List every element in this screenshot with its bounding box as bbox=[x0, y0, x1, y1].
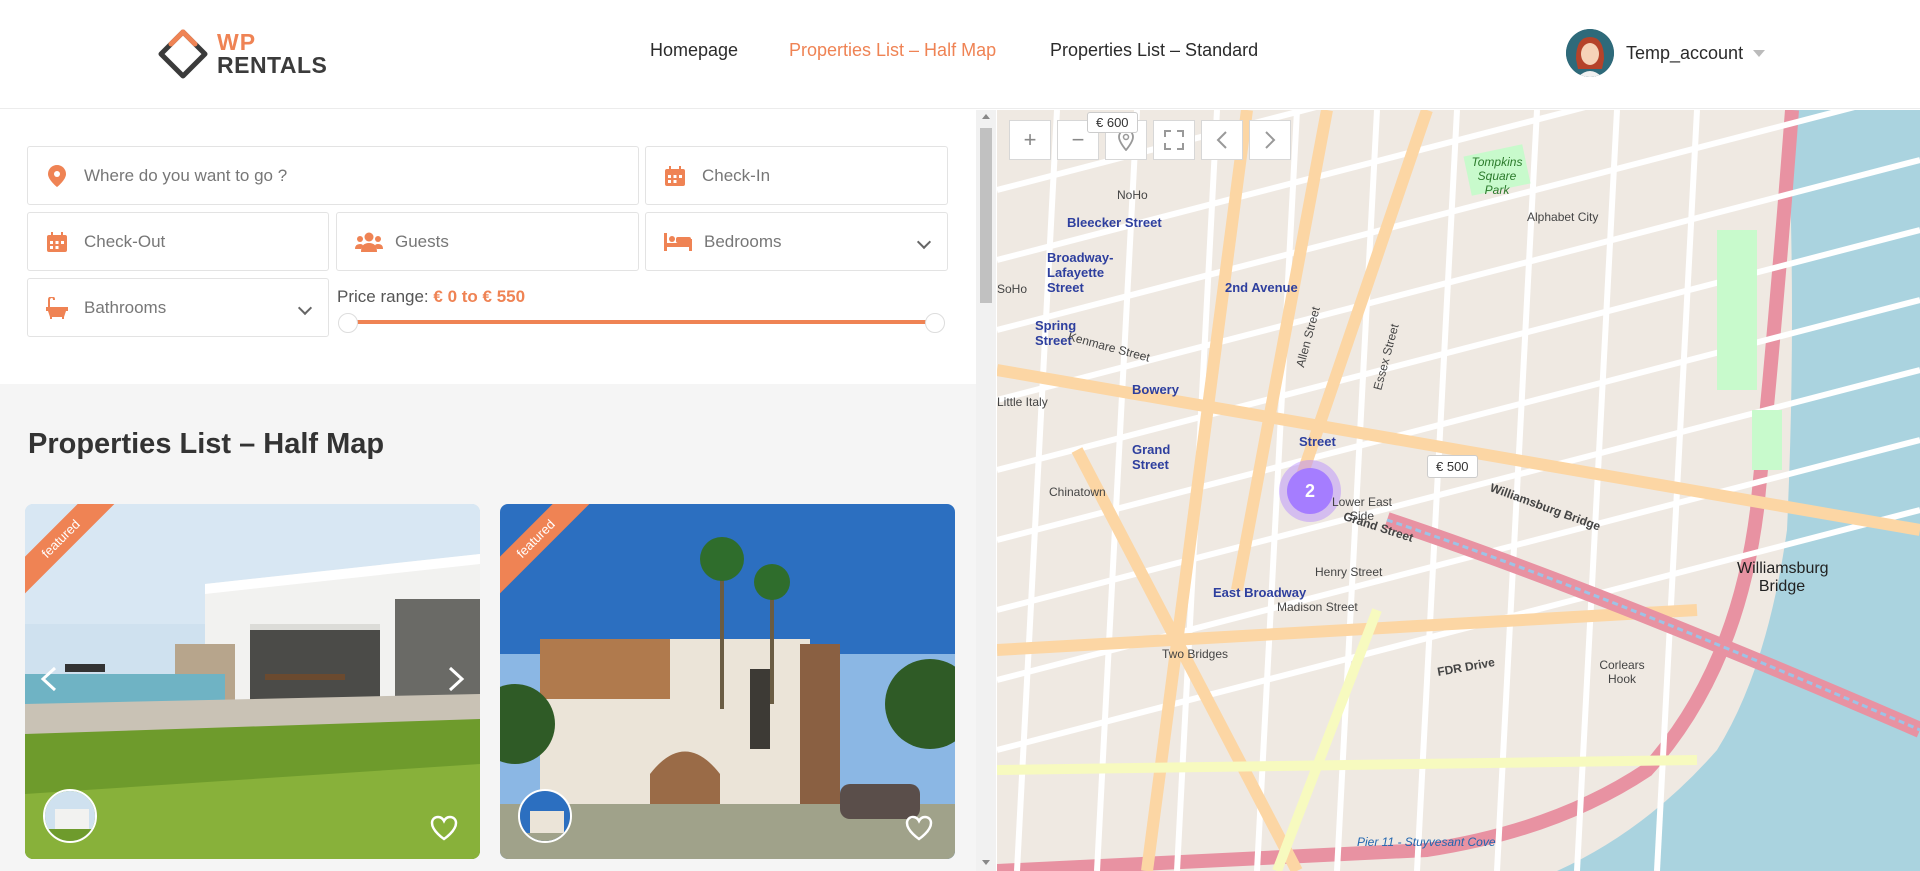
scrollbar-thumb[interactable] bbox=[980, 128, 992, 303]
map-label: NoHo bbox=[1117, 188, 1148, 202]
fullscreen-button[interactable] bbox=[1153, 120, 1195, 160]
listing-panel: Where do you want to go ? Check-In Check… bbox=[0, 110, 976, 871]
heart-icon[interactable] bbox=[430, 815, 458, 841]
map-label: Bleecker Street bbox=[1067, 215, 1162, 230]
price-range-caption: Price range: bbox=[337, 287, 429, 306]
bathrooms-label: Bathrooms bbox=[84, 297, 167, 317]
bedrooms-label: Bedrooms bbox=[704, 231, 782, 251]
nav-properties-half-map[interactable]: Properties List – Half Map bbox=[789, 40, 996, 61]
map-label: Henry Street bbox=[1315, 565, 1383, 579]
location-placeholder: Where do you want to go ? bbox=[84, 165, 288, 185]
price-slider-track[interactable] bbox=[348, 320, 936, 324]
chevron-down-icon bbox=[297, 300, 313, 316]
map-label: East Broadway bbox=[1213, 585, 1307, 600]
chevron-left-icon bbox=[1216, 131, 1227, 149]
map-label: Little Italy bbox=[997, 395, 1048, 409]
calendar-icon bbox=[664, 165, 686, 187]
map-label: Alphabet City bbox=[1527, 210, 1599, 224]
price-range-label: Price range: € 0 to € 550 bbox=[337, 287, 525, 307]
map-prev-button[interactable] bbox=[1201, 120, 1243, 160]
map-view[interactable]: + − € 600 2 € 500 Bleecker Street Broadw… bbox=[997, 110, 1920, 871]
map-label: Bowery bbox=[1132, 382, 1179, 397]
map-label: Broadway-Lafayette Street bbox=[1047, 250, 1114, 295]
site-header: WP RENTALS Homepage Properties List – Ha… bbox=[0, 0, 1920, 109]
map-pin-icon bbox=[46, 164, 68, 187]
checkin-placeholder: Check-In bbox=[702, 165, 771, 185]
bathrooms-select[interactable]: Bathrooms bbox=[27, 278, 329, 337]
chevron-left-icon[interactable] bbox=[35, 664, 65, 694]
map-next-button[interactable] bbox=[1249, 120, 1291, 160]
location-field[interactable]: Where do you want to go ? bbox=[27, 146, 639, 205]
search-form: Where do you want to go ? Check-In Check… bbox=[0, 110, 976, 384]
map-label: Pier 11 - Stuyvesant Cove bbox=[1357, 835, 1496, 849]
heart-icon[interactable] bbox=[905, 815, 933, 841]
nav-properties-standard[interactable]: Properties List – Standard bbox=[1050, 40, 1258, 61]
map-label: Corlears Hook bbox=[1599, 658, 1645, 686]
map-label: 2nd Avenue bbox=[1225, 280, 1298, 295]
price-range-value: € 0 to € 550 bbox=[433, 287, 526, 306]
owner-avatar[interactable] bbox=[43, 789, 97, 843]
map-controls: + − bbox=[1009, 120, 1291, 160]
users-icon bbox=[355, 231, 383, 253]
map-label: Grand Street bbox=[1132, 442, 1171, 472]
map-label: Street bbox=[1299, 434, 1336, 449]
scroll-up-icon[interactable] bbox=[982, 114, 990, 119]
checkin-field[interactable]: Check-In bbox=[645, 146, 948, 205]
nav-homepage[interactable]: Homepage bbox=[650, 40, 738, 61]
map-label: Chinatown bbox=[1049, 485, 1106, 499]
chevron-right-icon bbox=[1265, 131, 1276, 149]
avatar bbox=[1566, 29, 1614, 77]
owner-avatar[interactable] bbox=[518, 789, 572, 843]
account-name: Temp_account bbox=[1626, 42, 1744, 63]
scroll-down-icon[interactable] bbox=[982, 860, 990, 865]
map-price-marker[interactable]: € 600 bbox=[1087, 112, 1138, 133]
map-label: Madison Street bbox=[1277, 600, 1358, 614]
map-label: Two Bridges bbox=[1162, 647, 1229, 661]
price-slider-max-handle[interactable] bbox=[925, 313, 945, 333]
page-title: Properties List – Half Map bbox=[28, 428, 385, 460]
guests-placeholder: Guests bbox=[395, 231, 449, 251]
map-label: Tompkins Square Park bbox=[1471, 155, 1523, 197]
checkout-field[interactable]: Check-Out bbox=[27, 212, 329, 271]
account-menu[interactable]: Temp_account bbox=[1566, 28, 1766, 78]
property-card[interactable]: featured bbox=[500, 504, 955, 859]
chevron-down-icon bbox=[1753, 49, 1766, 57]
guests-field[interactable]: Guests bbox=[336, 212, 639, 271]
price-slider-min-handle[interactable] bbox=[338, 313, 358, 333]
bath-icon bbox=[46, 296, 68, 319]
bedrooms-select[interactable]: Bedrooms bbox=[645, 212, 948, 271]
map-label: SoHo bbox=[997, 282, 1028, 296]
chevron-right-icon[interactable] bbox=[440, 664, 470, 694]
map-label: Williamsburg Bridge bbox=[1737, 560, 1829, 595]
checkout-placeholder: Check-Out bbox=[84, 231, 166, 251]
calendar-icon bbox=[46, 231, 68, 253]
listing-scrollbar[interactable] bbox=[976, 110, 996, 871]
map-price-marker[interactable]: € 500 bbox=[1427, 455, 1478, 478]
zoom-in-button[interactable]: + bbox=[1009, 120, 1051, 160]
bed-icon bbox=[664, 231, 692, 253]
chevron-down-icon bbox=[916, 234, 932, 250]
property-card[interactable]: featured bbox=[25, 504, 480, 859]
fullscreen-icon bbox=[1164, 130, 1184, 150]
